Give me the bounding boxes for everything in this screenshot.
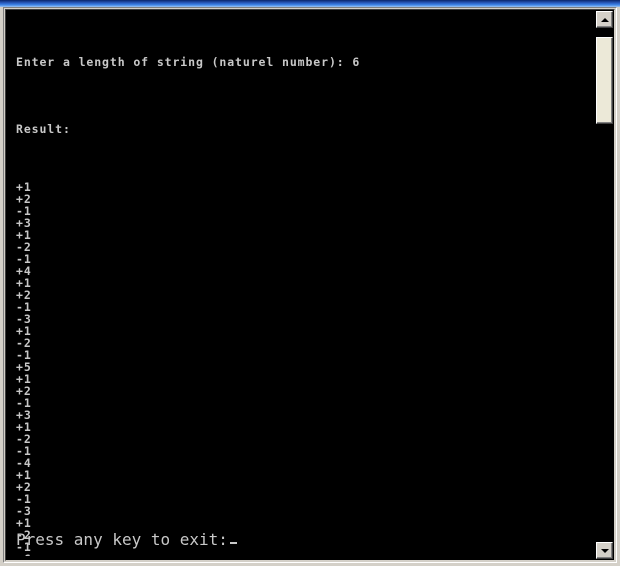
result-value-row: +2 [16,192,32,206]
result-value-row: -1 [16,396,32,410]
result-value-row: -3 [16,312,32,326]
result-value-row: +1 [16,468,32,482]
result-value-row: -2 [16,336,32,350]
window-title [0,0,620,1]
console-client-inner: Enter a length of string (naturel number… [5,9,615,561]
exit-prompt-text: Press any key to exit: [16,530,228,549]
result-value-row: +1 [16,420,32,434]
scroll-down-arrow-button[interactable] [596,542,613,559]
result-value-row: +1 [16,324,32,338]
result-value-row: -2 [16,240,32,254]
result-label: Result: [16,122,71,136]
result-value-row: +2 [16,384,32,398]
console-window: Enter a length of string (naturel number… [0,0,620,566]
result-value-row: -4 [16,456,32,470]
result-value-row: +1 [16,276,32,290]
result-value-row: +3 [16,216,32,230]
terminal-text-surface: Enter a length of string (naturel number… [7,11,598,559]
result-value-row: +3 [16,408,32,422]
result-value-row: +1 [16,180,32,194]
result-value-row: -1 [16,300,32,314]
exit-prompt-line: Press any key to exit: [16,532,598,548]
scroll-up-arrow-button[interactable] [596,11,613,28]
result-value-row: +2 [16,288,32,302]
result-value-row: +1 [16,516,32,530]
exit-prompt-wrapper: Press any key to exit: [7,532,598,548]
result-value-row: -1 [16,204,32,218]
terminal-screen-area[interactable]: Enter a length of string (naturel number… [7,11,598,559]
window-title-bar[interactable] [0,0,620,7]
result-value-row: +1 [16,228,32,242]
result-value-row: +2 [16,480,32,494]
scrollbar-thumb[interactable] [596,37,613,124]
result-value-row: +5 [16,360,32,374]
prompt-line: Enter a length of string (naturel number… [16,55,361,69]
chevron-up-icon [600,17,609,22]
result-value-row: -2 [16,432,32,446]
scrollbar-track[interactable] [596,28,613,542]
result-value-list: +1 +2 -1 +3 +1 -2 -1 +4 +1 +2 -1 -3 +1 -2 -1 +5 +1 +2 -1 +3… [7,181,598,559]
result-value-row: +4 [16,264,32,278]
text-cursor-caret [229,542,237,544]
terminal-bottom-filler [8,556,598,559]
console-client-frame: Enter a length of string (naturel number… [3,7,617,563]
result-value-row: -1 [16,444,32,458]
result-value-row: -3 [16,504,32,518]
result-value-row: -1 [16,492,32,506]
chevron-down-icon [600,548,609,553]
vertical-scrollbar[interactable] [596,11,613,559]
result-value-row: -1 [16,348,32,362]
result-value-row: +1 [16,372,32,386]
result-value-row: -1 [16,252,32,266]
